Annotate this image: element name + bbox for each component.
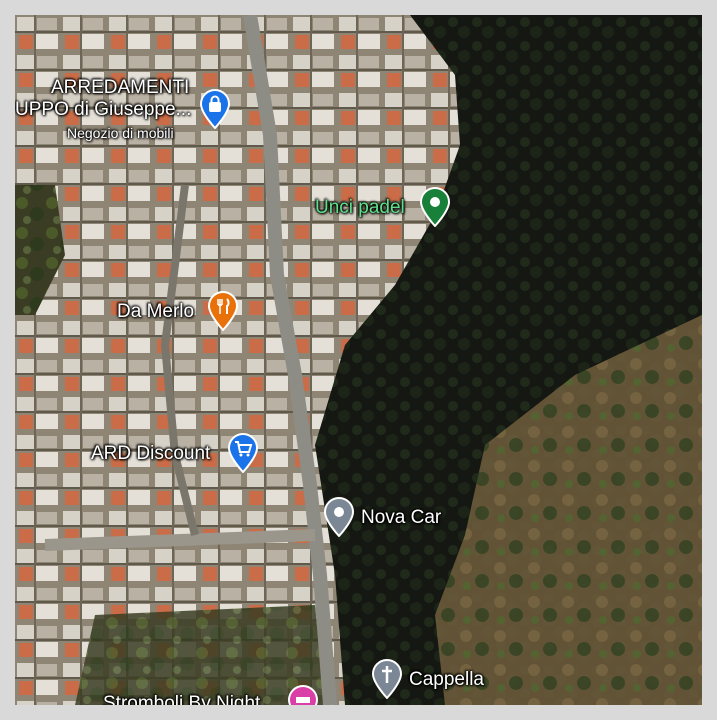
shopping-cart-icon[interactable]	[227, 433, 259, 473]
map-frame: ARREDAMENTI UPPO di Giuseppe... Negozio …	[0, 0, 717, 720]
sports-place-icon[interactable]	[419, 187, 451, 227]
place-subtitle-arredamenti: Negozio di mobili	[67, 125, 174, 141]
place-title-nova-car: Nova Car	[361, 507, 442, 528]
satellite-map[interactable]: ARREDAMENTI UPPO di Giuseppe... Negozio …	[15, 15, 702, 705]
church-cross-icon[interactable]	[371, 659, 403, 699]
place-title-stromboli-by-night: Stromboli By Night	[103, 693, 261, 705]
place-title-arredamenti-line2: UPPO di Giuseppe...	[15, 99, 192, 120]
place-title-unci-padel: Unci padel	[315, 197, 405, 218]
place-title-ard-discount: ARD Discount	[91, 443, 211, 464]
shopping-bag-icon[interactable]	[199, 89, 231, 129]
restaurant-icon[interactable]	[207, 291, 239, 331]
place-title-da-merlo: Da Merlo	[117, 301, 195, 322]
place-title-arredamenti: ARREDAMENTI	[51, 77, 190, 98]
place-title-cappella: Cappella	[409, 669, 484, 690]
hotel-icon[interactable]	[287, 685, 319, 705]
place-icon[interactable]	[323, 497, 355, 537]
